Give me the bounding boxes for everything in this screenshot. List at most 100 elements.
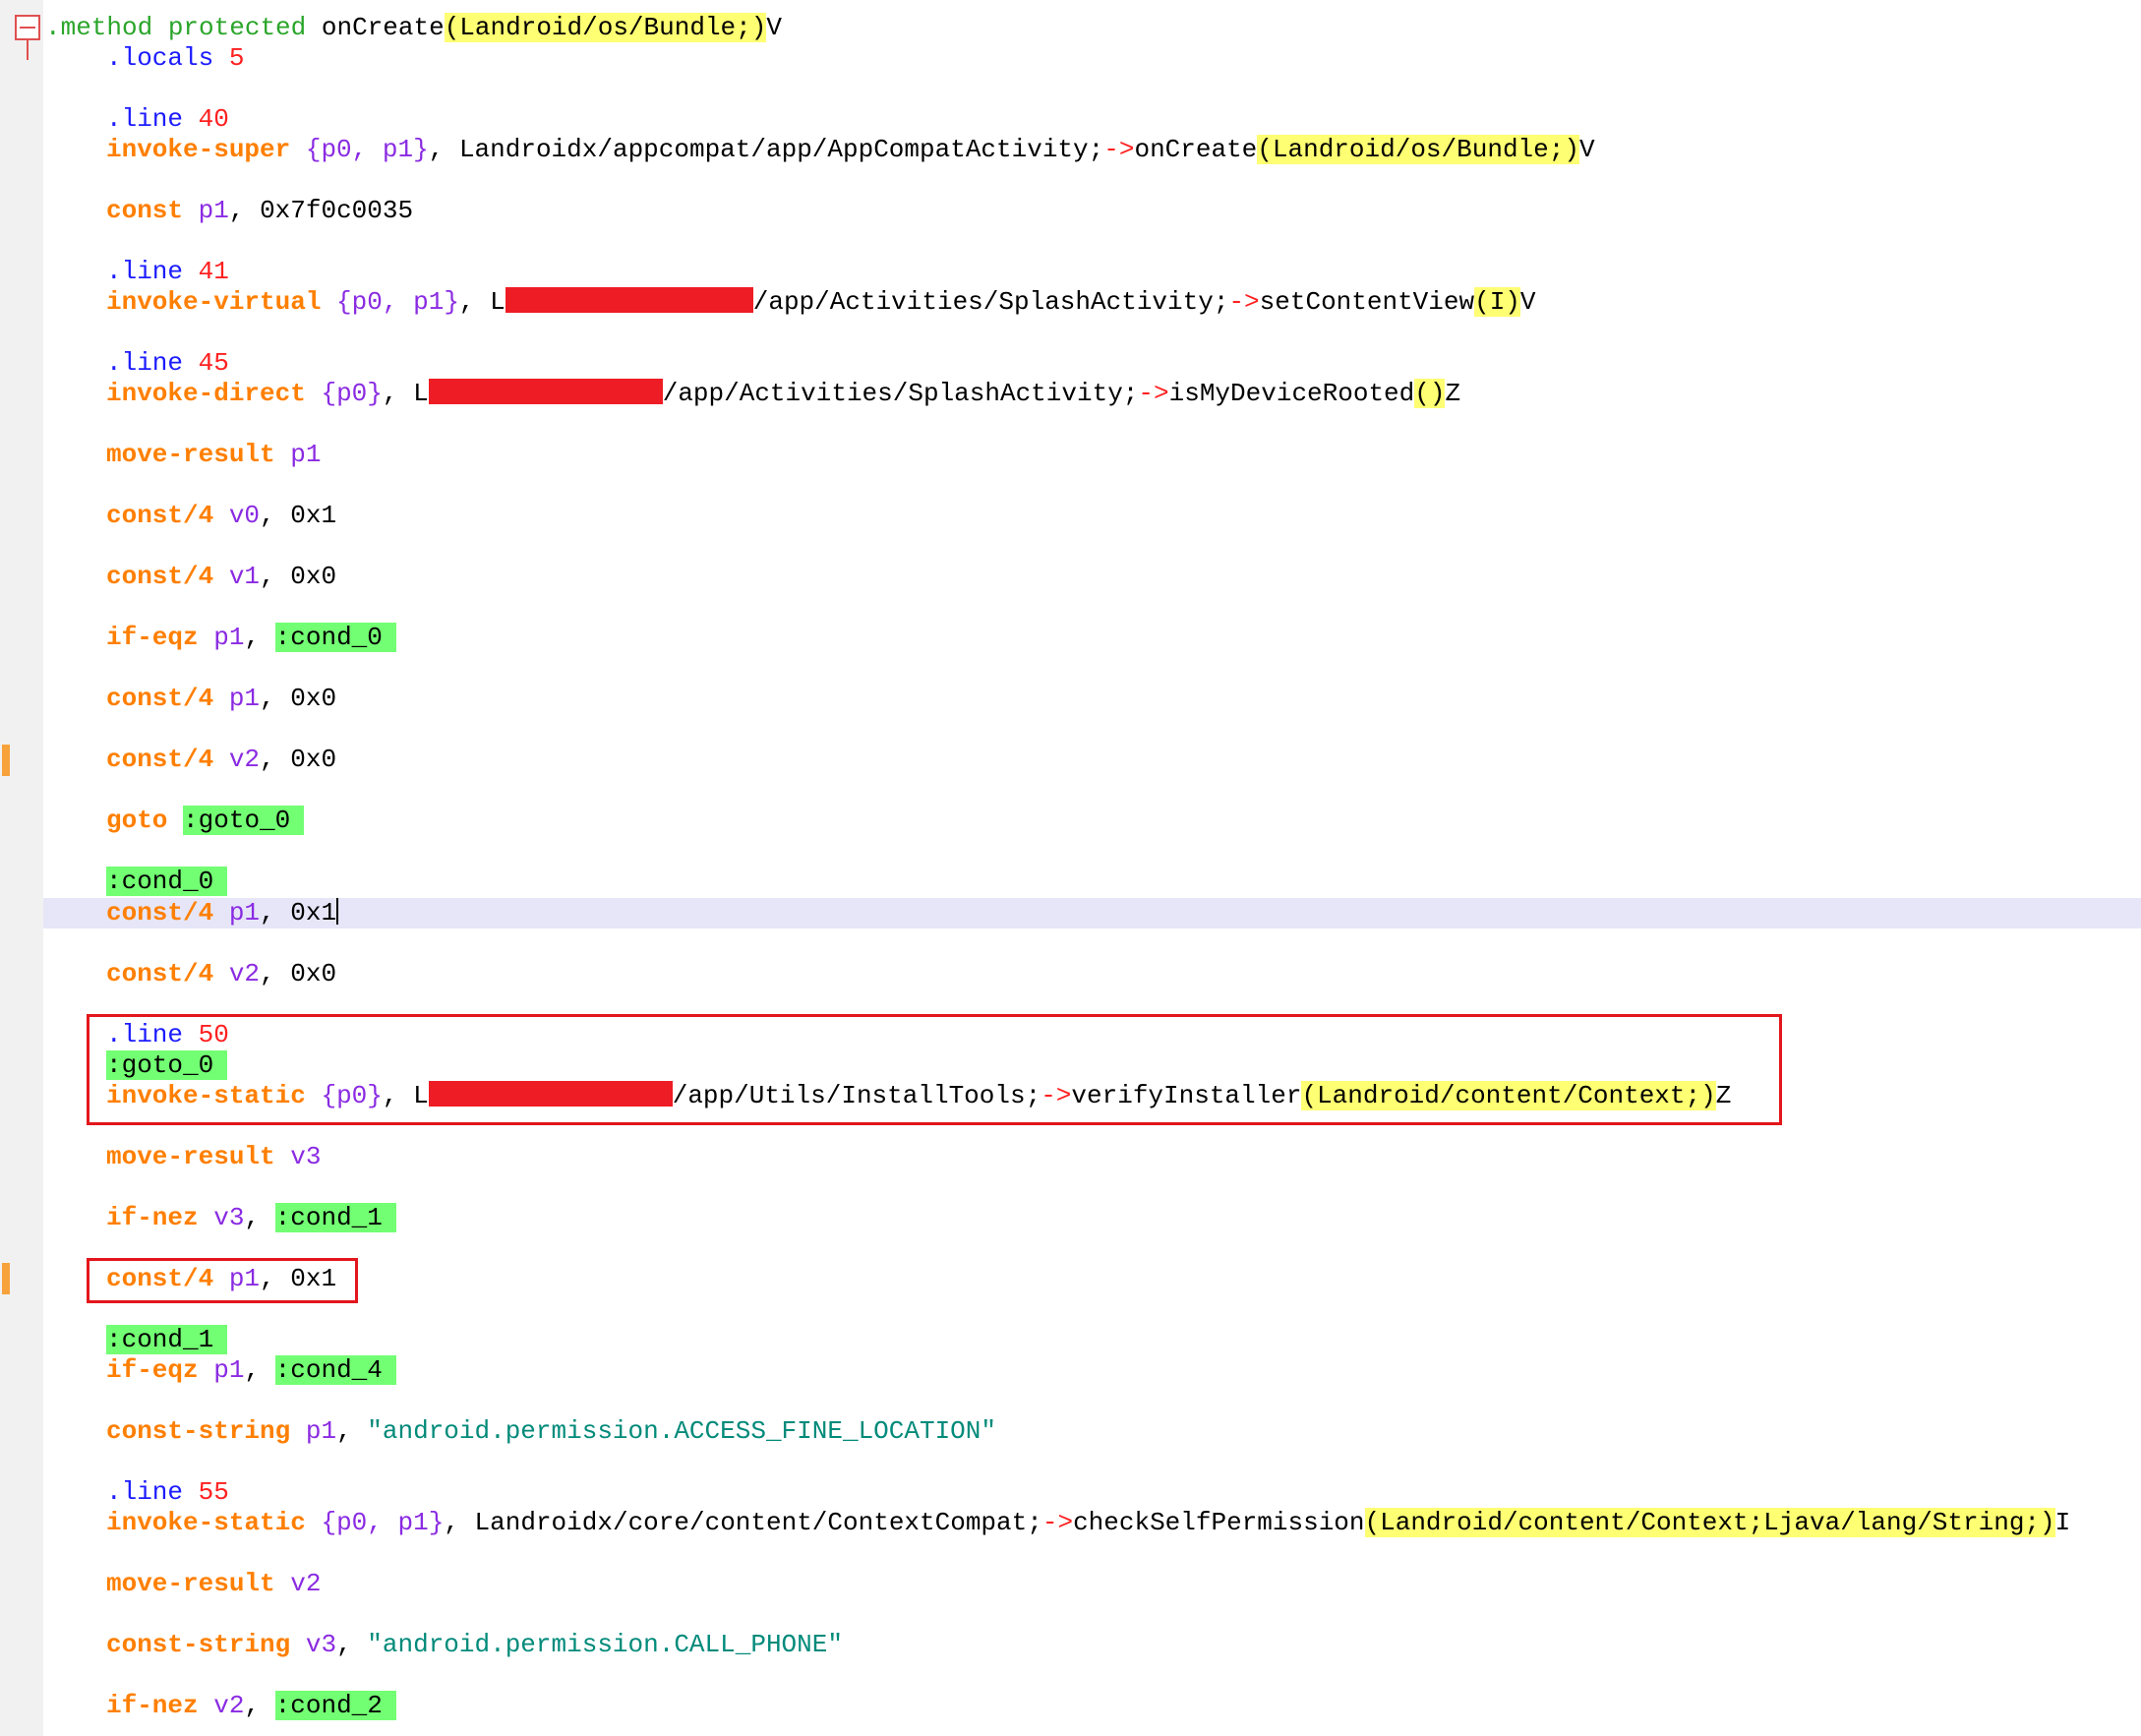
current-line-highlight	[43, 898, 2141, 928]
register: p1	[198, 196, 229, 225]
register: p0	[336, 379, 368, 408]
class-reference-start: L	[490, 287, 506, 317]
register: v2	[228, 959, 261, 988]
code-line[interactable]: const/4 v1, 0x0	[45, 562, 336, 592]
register: v2	[213, 1691, 245, 1720]
code-line[interactable]: const/4 v0, 0x1	[45, 501, 336, 531]
opcode: if-eqz	[106, 623, 199, 652]
code-line[interactable]: :cond_0	[45, 867, 228, 897]
return-type: V	[1519, 287, 1536, 317]
code-line[interactable]: .locals 5	[45, 43, 244, 74]
branch-label[interactable]: :goto_0	[183, 806, 305, 835]
opcode: const/4	[106, 959, 214, 988]
opcode: const/4	[106, 684, 214, 713]
fold-collapse-icon[interactable]	[15, 15, 40, 40]
opcode: const-string	[106, 1630, 291, 1659]
code-line[interactable]: :cond_1	[45, 1325, 228, 1355]
method-signature: (Landroid/content/Context;Ljava/lang/Str…	[1364, 1508, 2055, 1537]
label-definition: :cond_1	[106, 1325, 228, 1354]
register: v2	[228, 745, 261, 774]
register: p1	[213, 623, 245, 652]
arrow-operator: ->	[1228, 287, 1260, 317]
directive: .line	[106, 348, 184, 378]
code-line[interactable]: const/4 v2, 0x0	[45, 745, 336, 775]
method-name: checkSelfPermission	[1073, 1508, 1365, 1537]
method-name: setContentView	[1259, 287, 1475, 317]
code-line[interactable]: const p1, 0x7f0c0035	[45, 196, 413, 226]
register: p1	[382, 135, 414, 164]
register: v3	[290, 1142, 322, 1171]
code-line[interactable]: invoke-super {p0, p1}, Landroidx/appcomp…	[45, 135, 1595, 165]
opcode: if-eqz	[106, 1355, 199, 1385]
line-number-value: 41	[198, 257, 229, 286]
code-line[interactable]: .line 40	[45, 104, 229, 135]
class-reference-end: /app/Activities/SplashActivity;	[662, 379, 1139, 408]
return-type: V	[766, 13, 782, 42]
line-number-value: 45	[198, 348, 229, 378]
register: p1	[397, 1508, 429, 1537]
opcode: const-string	[106, 1416, 291, 1446]
opcode: move-result	[106, 1142, 275, 1171]
code-line[interactable]: .line 45	[45, 348, 229, 379]
branch-label[interactable]: :cond_4	[274, 1355, 396, 1385]
code-line[interactable]: .line 55	[45, 1477, 229, 1508]
opcode: const/4	[106, 562, 214, 591]
code-line[interactable]: if-nez v3, :cond_1	[45, 1203, 396, 1233]
method-signature: (I)	[1474, 287, 1520, 317]
opcode: move-result	[106, 440, 275, 469]
branch-label[interactable]: :cond_0	[274, 623, 396, 652]
register: p1	[290, 440, 322, 469]
literal-value: 0x1	[290, 898, 337, 928]
method-signature: (Landroid/os/Bundle;)	[1257, 135, 1579, 164]
register: v0	[228, 501, 261, 530]
code-line[interactable]: invoke-direct {p0}, L/app/Activities/Spl…	[45, 379, 1460, 409]
code-line[interactable]: if-eqz p1, :cond_0	[45, 623, 396, 653]
code-line[interactable]: move-result v2	[45, 1569, 321, 1599]
return-type: I	[2054, 1508, 2071, 1537]
method-name: onCreate	[321, 13, 445, 42]
register: p0	[336, 1508, 368, 1537]
code-line-current[interactable]: const/4 p1, 0x1	[45, 898, 339, 928]
code-line[interactable]: goto :goto_0	[45, 806, 305, 836]
editor-gutter	[0, 0, 43, 1736]
register: p1	[228, 684, 261, 713]
code-line[interactable]: if-nez v2, :cond_2	[45, 1691, 396, 1721]
code-line[interactable]: const-string v3, "android.permission.CAL…	[45, 1630, 843, 1660]
literal-value: 0x0	[290, 684, 337, 713]
register: p1	[413, 287, 445, 317]
class-reference-start: L	[413, 379, 429, 408]
return-type: V	[1578, 135, 1595, 164]
code-line[interactable]: move-result p1	[45, 440, 321, 470]
directive: .line	[106, 1477, 184, 1507]
annotation-box-const-p1	[87, 1258, 358, 1303]
opcode: const	[106, 196, 184, 225]
register: p0	[321, 135, 352, 164]
register: v2	[290, 1569, 322, 1598]
branch-label[interactable]: :cond_1	[274, 1203, 396, 1232]
change-marker	[2, 745, 10, 776]
opcode: const/4	[106, 501, 214, 530]
code-line[interactable]: const-string p1, "android.permission.ACC…	[45, 1416, 996, 1447]
opcode: invoke-direct	[106, 379, 306, 408]
code-line[interactable]: const/4 v2, 0x0	[45, 959, 336, 989]
literal-value: 0x0	[290, 745, 337, 774]
code-editor[interactable]: .method protected onCreate(Landroid/os/B…	[0, 0, 2141, 1736]
code-line[interactable]: .line 41	[45, 257, 229, 287]
redaction-bar	[428, 379, 663, 404]
string-literal: "android.permission.ACCESS_FINE_LOCATION…	[367, 1416, 996, 1446]
code-line[interactable]: const/4 p1, 0x0	[45, 684, 336, 714]
method-name: onCreate	[1134, 135, 1258, 164]
opcode: goto	[106, 806, 168, 835]
code-line[interactable]: .method protected onCreate(Landroid/os/B…	[45, 13, 782, 43]
method-signature: (Landroid/os/Bundle;)	[444, 13, 767, 42]
branch-label[interactable]: :cond_2	[274, 1691, 396, 1720]
code-line[interactable]: invoke-virtual {p0, p1}, L/app/Activitie…	[45, 287, 1536, 318]
code-line[interactable]: invoke-static {p0, p1}, Landroidx/core/c…	[45, 1508, 2070, 1538]
opcode: const/4	[106, 745, 214, 774]
line-number-value: 40	[198, 104, 229, 134]
access-modifier: protected	[167, 13, 307, 42]
directive: .line	[106, 257, 184, 286]
code-line[interactable]: move-result v3	[45, 1142, 321, 1172]
code-line[interactable]: if-eqz p1, :cond_4	[45, 1355, 396, 1386]
opcode: if-nez	[106, 1691, 199, 1720]
